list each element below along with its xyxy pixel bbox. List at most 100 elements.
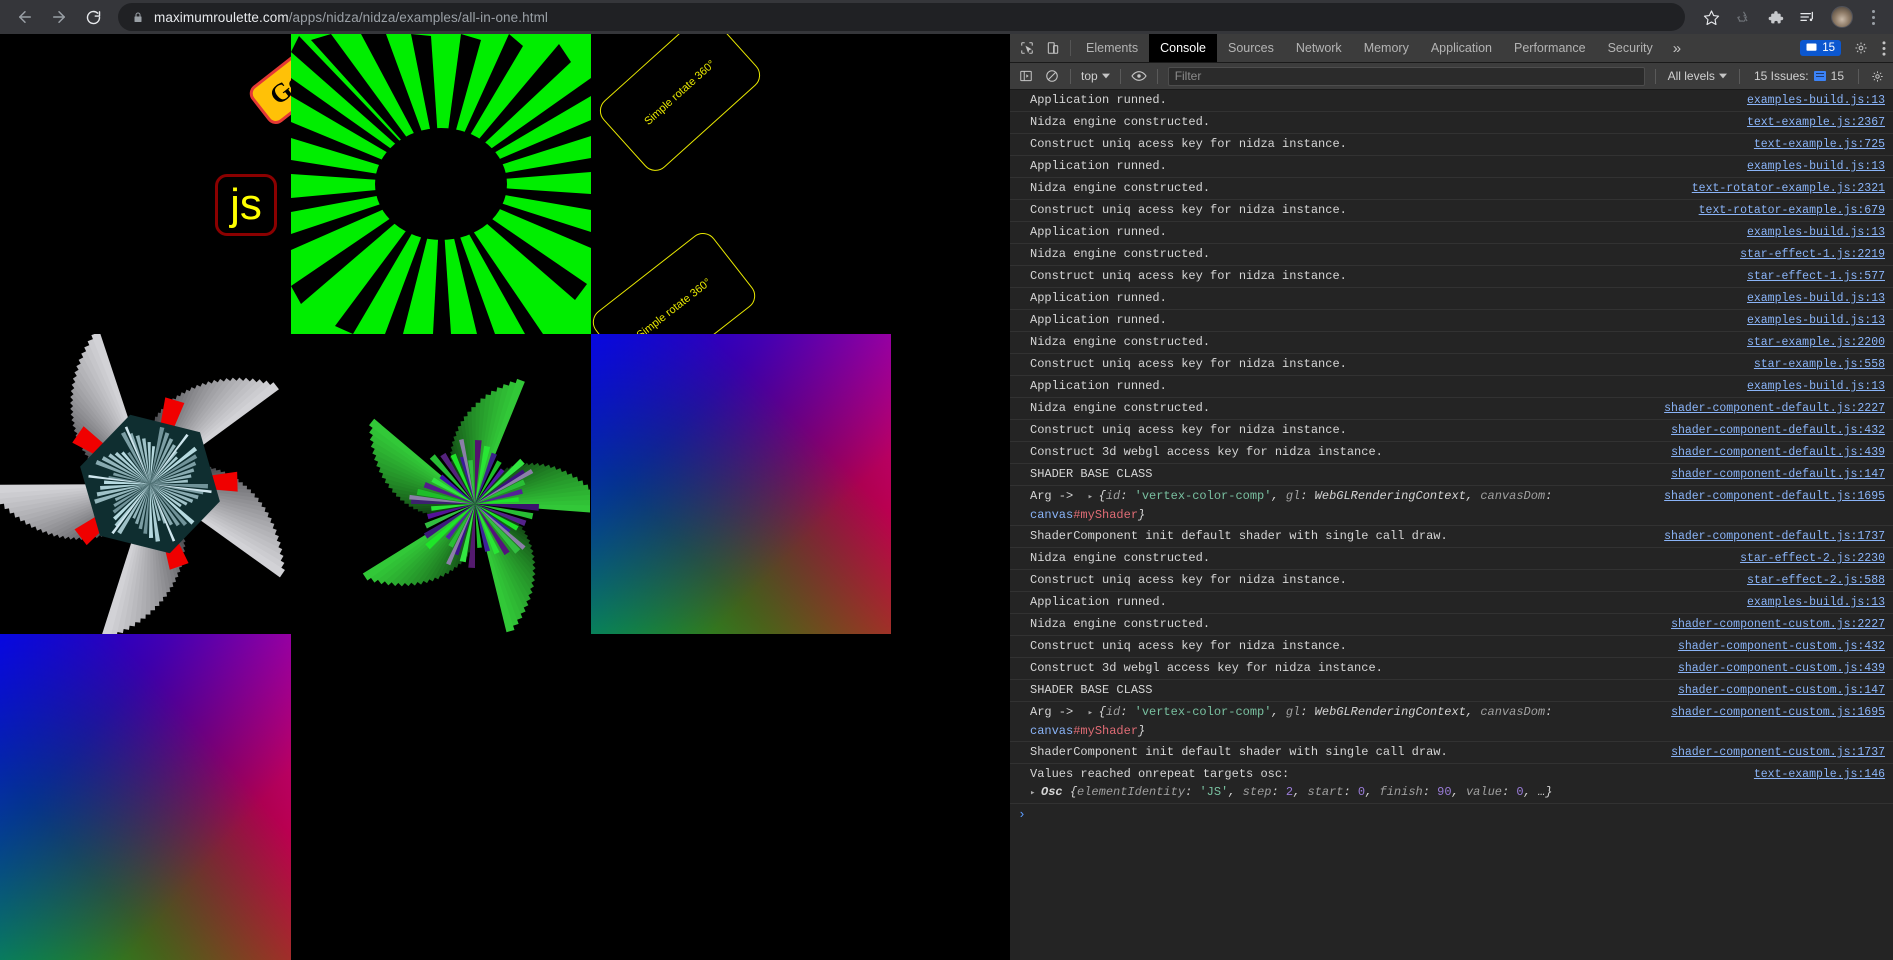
console-log-row[interactable]: Construct uniq acess key for nidza insta…: [1010, 134, 1893, 156]
console-sidebar-icon[interactable]: [1014, 65, 1038, 87]
tab-sources[interactable]: Sources: [1217, 34, 1285, 62]
console-log-source-link[interactable]: shader-component-default.js:439: [1671, 444, 1893, 462]
console-input-prompt[interactable]: ›: [1010, 804, 1893, 825]
console-log-source-link[interactable]: star-effect-1.js:577: [1747, 268, 1893, 286]
console-log-source-link[interactable]: examples-build.js:13: [1747, 224, 1893, 242]
recycle-icon[interactable]: [1729, 3, 1757, 31]
console-log-row[interactable]: Nidza engine constructed. text-example.js…: [1010, 112, 1893, 134]
console-log-row[interactable]: Construct uniq acess key for nidza insta…: [1010, 266, 1893, 288]
tab-elements[interactable]: Elements: [1075, 34, 1149, 62]
console-log-row[interactable]: ShaderComponent init default shader with…: [1010, 742, 1893, 764]
console-log-row[interactable]: Application runned. examples-build.js:13: [1010, 222, 1893, 244]
console-log-source-link[interactable]: examples-build.js:13: [1747, 290, 1893, 308]
console-log-row[interactable]: SHADER BASE CLASS shader-component-defaul…: [1010, 464, 1893, 486]
devtools-menu-icon[interactable]: [1875, 34, 1893, 62]
chrome-menu-icon[interactable]: [1863, 9, 1883, 25]
console-log-source-link[interactable]: shader-component-custom.js:147: [1678, 682, 1893, 700]
canvas-text-example[interactable]: Get js: [0, 34, 291, 334]
settings-gear-icon[interactable]: [1847, 34, 1875, 62]
tab-memory[interactable]: Memory: [1353, 34, 1420, 62]
canvas-star-effect-2[interactable]: [300, 334, 590, 634]
console-log-source-link[interactable]: shader-component-custom.js:439: [1678, 660, 1893, 678]
console-log-source-link[interactable]: star-example.js:558: [1754, 356, 1893, 374]
console-log-row[interactable]: Application runned. examples-build.js:13: [1010, 592, 1893, 614]
console-log-source-link[interactable]: shader-component-custom.js:432: [1678, 638, 1893, 656]
live-expression-eye-icon[interactable]: [1127, 65, 1151, 87]
console-log-row[interactable]: Construct uniq acess key for nidza insta…: [1010, 636, 1893, 658]
canvas-text-rotator[interactable]: Simple rotate 360° Simple rotate 360°: [591, 34, 891, 334]
canvas-shader-default[interactable]: [591, 334, 891, 634]
console-log-row[interactable]: Construct 3d webgl access key for nidza …: [1010, 442, 1893, 464]
console-log-row[interactable]: SHADER BASE CLASS shader-component-custom…: [1010, 680, 1893, 702]
console-log-row[interactable]: Nidza engine constructed. star-effect-1.j…: [1010, 244, 1893, 266]
console-log-source-link[interactable]: examples-build.js:13: [1747, 378, 1893, 396]
inspect-element-icon[interactable]: [1014, 34, 1040, 62]
tab-console[interactable]: Console: [1149, 34, 1217, 62]
console-log-row-osc-object[interactable]: Values reached onrepeat targets osc: ▸ Osc…: [1010, 764, 1893, 804]
forward-icon[interactable]: [44, 2, 74, 32]
console-log-row[interactable]: Nidza engine constructed. star-example.js…: [1010, 332, 1893, 354]
tabs-overflow-icon[interactable]: »: [1664, 34, 1690, 62]
console-log-source-link[interactable]: shader-component-default.js:432: [1671, 422, 1893, 440]
console-log-row[interactable]: Nidza engine constructed. shader-componen…: [1010, 398, 1893, 420]
console-log-row[interactable]: Construct 3d webgl access key for nidza …: [1010, 658, 1893, 680]
back-icon[interactable]: [10, 2, 40, 32]
issues-badge[interactable]: 15: [1800, 40, 1841, 56]
console-log-source-link[interactable]: star-effect-2.js:588: [1747, 572, 1893, 590]
console-log-source-link[interactable]: shader-component-custom.js:1737: [1671, 744, 1893, 762]
extensions-icon[interactable]: [1761, 3, 1789, 31]
console-log-source-link[interactable]: shader-component-custom.js:2227: [1671, 616, 1893, 634]
console-log-list[interactable]: Application runned. examples-build.js:13 N…: [1010, 90, 1893, 960]
console-log-row[interactable]: Application runned. examples-build.js:13: [1010, 90, 1893, 112]
console-log-source-link[interactable]: star-effect-1.js:2219: [1740, 246, 1893, 264]
canvas-shader-custom[interactable]: [0, 634, 291, 960]
console-log-source-link[interactable]: shader-component-default.js:147: [1671, 466, 1893, 484]
clear-console-icon[interactable]: [1040, 65, 1064, 87]
console-log-source-link[interactable]: text-example.js:725: [1754, 136, 1893, 154]
console-log-row[interactable]: Nidza engine constructed. shader-componen…: [1010, 614, 1893, 636]
console-log-row[interactable]: Construct uniq acess key for nidza insta…: [1010, 200, 1893, 222]
console-log-source-link[interactable]: examples-build.js:13: [1747, 158, 1893, 176]
console-log-source-link[interactable]: star-example.js:2200: [1747, 334, 1893, 352]
reload-icon[interactable]: [78, 2, 108, 32]
console-log-row[interactable]: Application runned. examples-build.js:13: [1010, 310, 1893, 332]
console-log-source-link[interactable]: shader-component-default.js:1695: [1664, 488, 1893, 506]
console-log-row[interactable]: Application runned. examples-build.js:13: [1010, 156, 1893, 178]
tab-network[interactable]: Network: [1285, 34, 1353, 62]
tab-security[interactable]: Security: [1597, 34, 1664, 62]
console-log-source-link[interactable]: star-effect-2.js:2230: [1740, 550, 1893, 568]
profile-avatar[interactable]: [1831, 6, 1853, 28]
media-list-icon[interactable]: [1793, 3, 1821, 31]
execution-context-selector[interactable]: top: [1077, 69, 1114, 83]
console-log-source-link[interactable]: text-rotator-example.js:679: [1699, 202, 1893, 220]
tab-performance[interactable]: Performance: [1503, 34, 1597, 62]
console-log-row[interactable]: Nidza engine constructed. star-effect-2.j…: [1010, 548, 1893, 570]
canvas-star-burst[interactable]: [291, 34, 591, 334]
console-log-row[interactable]: Application runned. examples-build.js:13: [1010, 288, 1893, 310]
console-filter-input[interactable]: [1167, 66, 1645, 86]
console-log-source-link[interactable]: shader-component-default.js:2227: [1664, 400, 1893, 418]
console-log-source-link[interactable]: text-rotator-example.js:2321: [1692, 180, 1893, 198]
console-log-row[interactable]: Application runned. examples-build.js:13: [1010, 376, 1893, 398]
console-log-row-arg-object[interactable]: Arg -> ▸ {id: 'vertex-color-comp', gl: We…: [1010, 702, 1893, 742]
console-log-source-link[interactable]: shader-component-custom.js:1695: [1671, 704, 1893, 722]
issues-summary[interactable]: 15 Issues: 15: [1746, 69, 1852, 83]
console-log-row-arg-object[interactable]: Arg -> ▸ {id: 'vertex-color-comp', gl: We…: [1010, 486, 1893, 526]
log-level-selector[interactable]: All levels: [1662, 69, 1733, 83]
console-log-row[interactable]: ShaderComponent init default shader with…: [1010, 526, 1893, 548]
console-settings-icon[interactable]: [1865, 65, 1889, 87]
console-log-source-link[interactable]: examples-build.js:13: [1747, 594, 1893, 612]
console-log-row[interactable]: Construct uniq acess key for nidza insta…: [1010, 354, 1893, 376]
console-log-row[interactable]: Construct uniq acess key for nidza insta…: [1010, 420, 1893, 442]
console-log-source-link[interactable]: shader-component-default.js:1737: [1664, 528, 1893, 546]
console-log-source-link[interactable]: text-example.js:2367: [1747, 114, 1893, 132]
console-log-source-link[interactable]: examples-build.js:13: [1747, 92, 1893, 110]
console-log-source-link[interactable]: examples-build.js:13: [1747, 312, 1893, 330]
console-log-row[interactable]: Construct uniq acess key for nidza insta…: [1010, 570, 1893, 592]
address-bar[interactable]: maximumroulette.com/apps/nidza/nidza/exa…: [118, 3, 1685, 31]
canvas-star-effect-1[interactable]: {}: [0, 334, 300, 634]
tab-application[interactable]: Application: [1420, 34, 1503, 62]
device-toolbar-icon[interactable]: [1040, 34, 1066, 62]
console-log-row[interactable]: Nidza engine constructed. text-rotator-ex…: [1010, 178, 1893, 200]
bookmark-star-icon[interactable]: [1697, 3, 1725, 31]
